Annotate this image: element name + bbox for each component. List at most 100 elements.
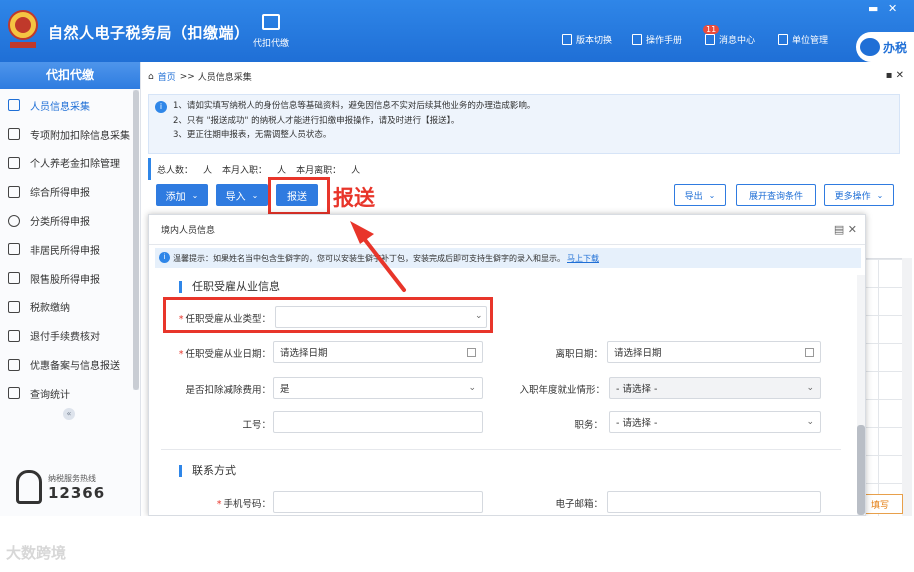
sidebar-scrollbar[interactable] [133, 90, 139, 390]
personnel-stats: 总人数：人 本月入职：人 本月离职：人 [148, 158, 900, 180]
email-input[interactable] [607, 491, 821, 513]
export-button[interactable]: 导出 ⌄ [674, 184, 726, 206]
sidebar-item-tax-payment[interactable]: 税款缴纳 [0, 293, 140, 322]
close-icon[interactable]: ✕ [888, 2, 897, 15]
notice-panel: i 1、请如实填写纳税人的身份信息等基础资料，避免因信息不实对后续其他业务的办理… [148, 94, 900, 154]
entry-employment-label: 入职年度就业情形： [519, 385, 605, 396]
sidebar-item-special-deduction[interactable]: 专项附加扣除信息采集 [0, 120, 140, 149]
folder-icon [8, 300, 20, 313]
leave-date-label: 离职日期： [555, 349, 603, 360]
dialog-header: 境内人员信息 ▤ ✕ [149, 215, 865, 245]
tax-emblem-logo [6, 8, 40, 50]
chevron-down-icon: ⌄ [191, 190, 199, 200]
position-label: 职务： [574, 420, 603, 431]
sidebar-item-restricted-shares[interactable]: 限售股所得申报 [0, 264, 140, 293]
add-button[interactable]: 添加 ⌄ [156, 184, 208, 206]
ledger-icon [8, 329, 20, 342]
chevron-down-icon: ⌄ [876, 190, 884, 200]
person-icon [8, 243, 20, 256]
manual-button[interactable]: 操作手册 [632, 33, 682, 46]
breadcrumb-home[interactable]: 首页 [158, 70, 176, 83]
unit-management-button[interactable]: 单位管理 [778, 33, 828, 46]
submit-annotation-label: 报送 [333, 186, 375, 210]
tab-actions[interactable]: ▪ ✕ [886, 70, 904, 81]
calendar-icon [467, 347, 476, 357]
sidebar: 代扣代缴 人员信息采集 专项附加扣除信息采集 个人养老金扣除管理 综合所得申报 … [0, 62, 141, 516]
download-link[interactable]: 马上下载 [567, 253, 599, 264]
minimize-icon[interactable]: ▬ [868, 2, 878, 15]
import-button[interactable]: 导入 ⌄ [216, 184, 268, 206]
sidebar-item-query-statistics[interactable]: 查询统计 [0, 379, 140, 408]
bottom-area: 大数跨境 [0, 516, 914, 572]
sidebar-item-preferential-filing[interactable]: 优惠备案与信息报送 [0, 350, 140, 379]
chevron-down-icon: ⌄ [251, 190, 259, 200]
book-icon [632, 34, 642, 45]
chevron-down-icon: ⌄ [708, 190, 716, 200]
section-title-contact: 联系方式 [179, 465, 236, 477]
breadcrumb: ⌂ 首页 >> 人员信息采集 [148, 70, 252, 84]
mail-icon [705, 34, 715, 45]
bar-chart-icon [8, 272, 20, 285]
collapse-sidebar-button[interactable]: « [63, 408, 75, 420]
app-title: 自然人电子税务局（扣缴端） [48, 24, 250, 42]
sidebar-header: 代扣代缴 [0, 62, 140, 89]
watermark: 大数跨境 [6, 544, 67, 562]
person-icon [8, 99, 20, 112]
phone-label: * 手机号码： [216, 499, 271, 510]
email-label: 电子邮箱： [555, 499, 603, 510]
submit-highlight-box [268, 177, 330, 215]
deduct-fee-select[interactable]: 是 ⌄ [273, 377, 483, 399]
info-icon: i [159, 252, 170, 263]
position-select[interactable]: - 请选择 - ⌄ [609, 411, 821, 433]
search-chart-icon [8, 387, 20, 400]
entry-employment-select[interactable]: - 请选择 - ⌄ [609, 377, 821, 399]
calendar-icon [805, 347, 814, 357]
more-actions-button[interactable]: 更多操作 ⌄ [824, 184, 894, 206]
hotline: 纳税服务热线 12366 [16, 470, 105, 504]
dialog-title: 境内人员信息 [161, 226, 216, 236]
employee-no-label: 工号： [242, 420, 271, 431]
top-nav-withholding[interactable]: 代扣代缴 [248, 14, 294, 49]
version-switch-button[interactable]: 版本切换 [562, 33, 612, 46]
document-icon [262, 14, 280, 30]
employment-date-label: * 任职受雇从业日期： [178, 349, 271, 360]
dialog-controls[interactable]: ▤ ✕ [834, 223, 857, 236]
chat-icon [860, 38, 880, 56]
employment-date-input[interactable]: 请选择日期 [273, 341, 483, 363]
building-icon [778, 34, 788, 45]
personnel-info-dialog: 境内人员信息 ▤ ✕ i 温馨提示：如果姓名当中包含生僻字的，您可以安装生僻字补… [148, 214, 866, 516]
title-bar: 自然人电子税务局（扣缴端） 代扣代缴 版本切换 操作手册 11 消息中心 单位管… [0, 0, 914, 62]
report-icon [8, 358, 20, 371]
expand-query-button[interactable]: 展开查询条件 [736, 184, 816, 206]
chevron-down-icon: ⌄ [806, 417, 814, 427]
employment-type-highlight-box [163, 297, 493, 333]
grid-icon [8, 128, 20, 141]
switch-icon [562, 34, 572, 45]
section-divider [161, 449, 841, 450]
hotline-number: 12366 [48, 483, 106, 502]
chevron-down-icon: ⌄ [468, 383, 476, 393]
section-title-employment: 任职受雇从业信息 [179, 281, 280, 293]
hotline-caption: 纳税服务热线 [48, 473, 96, 483]
home-icon[interactable]: ⌂ [148, 72, 154, 82]
message-center-button[interactable]: 消息中心 [705, 33, 755, 46]
leave-date-input[interactable]: 请选择日期 [607, 341, 821, 363]
tip-banner: i 温馨提示：如果姓名当中包含生僻字的，您可以安装生僻字补丁包，安装完成后即可支… [155, 248, 861, 268]
chevron-down-icon: ⌄ [806, 383, 814, 393]
pie-icon [8, 214, 20, 227]
sidebar-item-comprehensive-income[interactable]: 综合所得申报 [0, 177, 140, 206]
help-button[interactable]: 办税 [856, 32, 914, 62]
table-scrollbar[interactable] [902, 258, 912, 516]
layers-icon [8, 185, 20, 198]
dialog-scrollbar[interactable] [857, 275, 865, 515]
sidebar-item-fee-refund[interactable]: 退付手续费核对 [0, 321, 140, 350]
deduct-fee-label: 是否扣除减除费用： [185, 385, 271, 396]
breadcrumb-current: 人员信息采集 [197, 73, 252, 83]
sidebar-item-pension[interactable]: 个人养老金扣除管理 [0, 149, 140, 178]
sidebar-item-non-resident[interactable]: 非居民所得申报 [0, 235, 140, 264]
employee-no-input[interactable] [273, 411, 483, 433]
phone-input[interactable] [273, 491, 483, 513]
sidebar-item-classified-income[interactable]: 分类所得申报 [0, 206, 140, 235]
customer-service-icon [16, 470, 42, 504]
sidebar-item-personnel-info[interactable]: 人员信息采集 [0, 91, 140, 120]
